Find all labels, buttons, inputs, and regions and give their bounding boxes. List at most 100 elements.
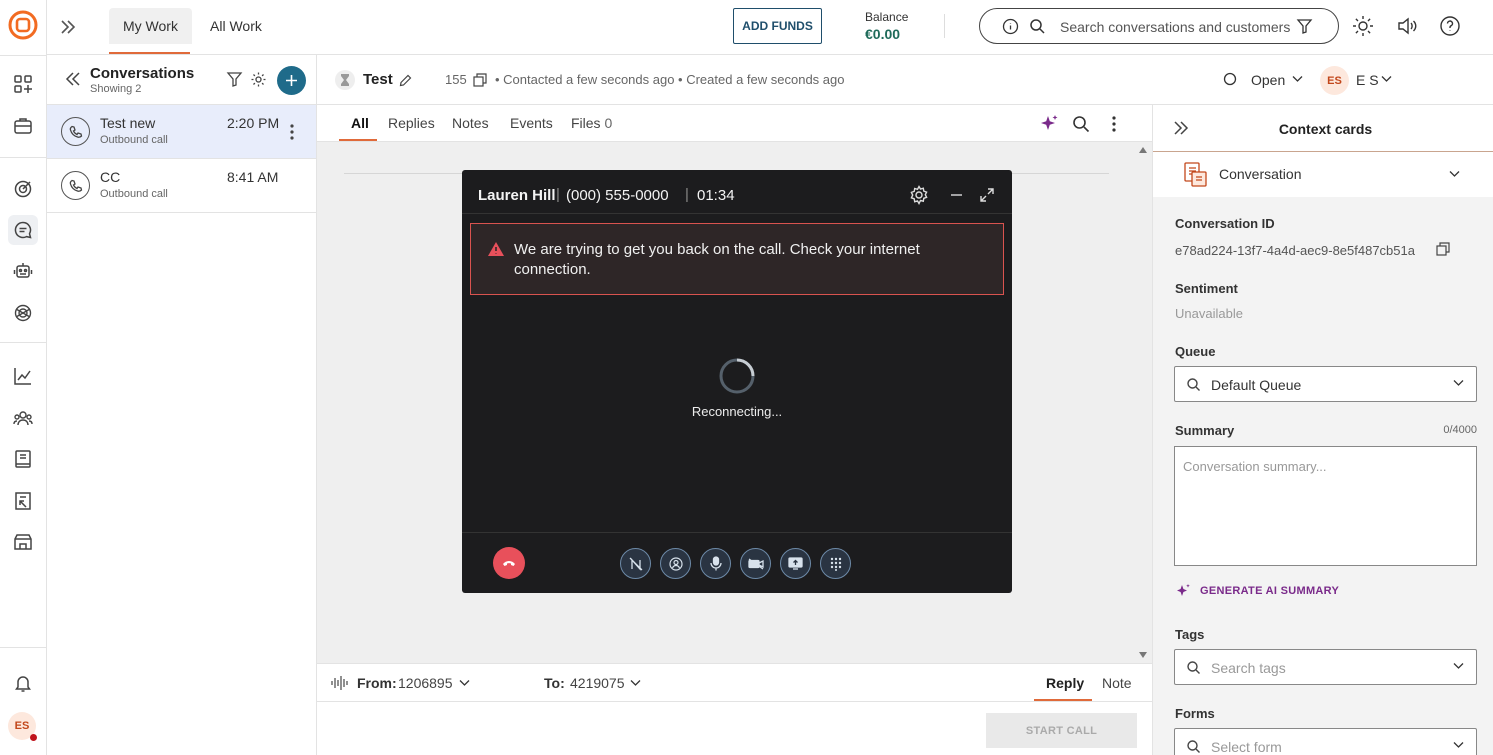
assignee-name[interactable]: E S — [1356, 72, 1379, 88]
contacts-icon[interactable] — [8, 403, 38, 433]
reconnecting-status: Reconnecting... — [691, 404, 783, 419]
briefcase-icon[interactable] — [8, 111, 38, 141]
search-icon — [1186, 739, 1201, 754]
copy-icon[interactable] — [1436, 242, 1450, 256]
screen-share-button[interactable] — [780, 548, 811, 579]
conversation-list-panel: Conversations Showing 2 Test new Outboun… — [47, 55, 317, 755]
chevron-down-icon[interactable] — [630, 679, 641, 687]
bell-icon[interactable] — [8, 668, 38, 698]
scroll-down-icon[interactable] — [1138, 651, 1148, 659]
forms-select[interactable]: Select form — [1174, 728, 1477, 755]
tab-indicator — [1034, 699, 1092, 701]
mute-button[interactable] — [700, 548, 731, 579]
conversation-id-label: Conversation ID — [1175, 216, 1275, 231]
separator: | — [556, 186, 560, 203]
chevron-down-icon[interactable] — [1449, 170, 1460, 178]
conversation-header: Test 155 • Contacted a few seconds ago •… — [317, 55, 1493, 105]
knowledge-icon[interactable] — [8, 444, 38, 474]
queue-select[interactable]: Default Queue — [1174, 366, 1477, 402]
speaker-icon[interactable] — [1396, 15, 1418, 37]
chevron-down-icon[interactable] — [459, 679, 470, 687]
minimize-icon[interactable] — [951, 194, 962, 196]
microphone-icon — [709, 556, 722, 571]
summary-textarea[interactable]: Conversation summary... — [1174, 446, 1477, 566]
filter-icon[interactable] — [1296, 18, 1313, 35]
tags-select[interactable]: Search tags — [1174, 649, 1477, 685]
hourglass-icon — [335, 70, 355, 90]
logo-icon[interactable] — [8, 10, 38, 40]
collapse-icon[interactable] — [63, 69, 83, 89]
reply-tab[interactable]: Reply — [1046, 675, 1084, 691]
summary-label: Summary — [1175, 423, 1235, 438]
from-dropdown[interactable]: 1206895 — [398, 675, 453, 691]
chevron-down-icon[interactable] — [1453, 662, 1464, 670]
info-icon[interactable] — [1002, 18, 1019, 35]
search-input[interactable]: Search conversations and customers — [1060, 19, 1290, 35]
start-call-button[interactable]: START CALL — [986, 713, 1137, 748]
chat-icon[interactable] — [8, 215, 38, 245]
chevron-down-icon[interactable] — [1292, 75, 1303, 83]
tags-placeholder: Search tags — [1211, 660, 1286, 676]
balance-value: €0.00 — [865, 26, 901, 42]
theme-icon[interactable] — [1352, 15, 1374, 37]
copy-icon[interactable] — [473, 73, 487, 87]
settings-icon[interactable] — [909, 185, 929, 205]
chevron-down-icon[interactable] — [1381, 75, 1392, 83]
conversation-card-header[interactable]: Conversation — [1153, 152, 1493, 197]
video-button[interactable] — [740, 548, 771, 579]
tab-all[interactable]: All — [351, 115, 369, 131]
bot-icon[interactable] — [8, 256, 38, 286]
ai-sparkle-icon — [1175, 583, 1191, 599]
search-icon[interactable] — [1072, 115, 1090, 133]
ai-icon[interactable] — [8, 298, 38, 328]
to-dropdown[interactable]: 4219075 — [570, 675, 625, 691]
reconnect-alert: We are trying to get you back on the cal… — [470, 223, 1004, 295]
apps-icon[interactable] — [8, 69, 38, 99]
scroll-up-icon[interactable] — [1138, 146, 1148, 154]
expand-icon[interactable] — [57, 16, 79, 38]
expand-icon[interactable] — [980, 188, 994, 202]
add-funds-button[interactable]: ADD FUNDS — [733, 8, 822, 44]
sentiment-value: Unavailable — [1175, 306, 1243, 321]
conversations-title: Conversations — [90, 65, 195, 82]
new-conversation-button[interactable] — [277, 66, 306, 95]
tab-notes[interactable]: Notes — [452, 115, 489, 131]
status-dropdown[interactable]: Open — [1251, 72, 1285, 88]
more-icon[interactable] — [1111, 115, 1117, 133]
tab-files[interactable]: Files 0 — [571, 115, 612, 131]
transfer-button[interactable] — [660, 548, 691, 579]
analytics-icon[interactable] — [8, 361, 38, 391]
help-icon[interactable] — [1439, 15, 1461, 37]
store-icon[interactable] — [8, 527, 38, 557]
dialpad-button[interactable] — [820, 548, 851, 579]
reports-icon[interactable] — [8, 486, 38, 516]
files-count: 0 — [604, 115, 613, 131]
assignee-avatar[interactable]: ES — [1320, 66, 1349, 95]
tab-replies[interactable]: Replies — [388, 115, 435, 131]
dialpad-icon — [830, 557, 841, 571]
tab-all-work[interactable]: All Work — [196, 8, 276, 44]
tab-my-work[interactable]: My Work — [109, 8, 192, 44]
presence-dot — [30, 734, 37, 741]
filter-icon[interactable] — [226, 71, 243, 88]
settings-icon[interactable] — [250, 71, 267, 88]
chevron-down-icon[interactable] — [1453, 379, 1464, 387]
ai-sparkle-icon[interactable] — [1039, 114, 1059, 134]
tab-events[interactable]: Events — [510, 115, 553, 131]
edit-icon[interactable] — [399, 74, 412, 87]
hangup-button[interactable] — [493, 547, 525, 579]
generate-ai-summary-button[interactable]: GENERATE AI SUMMARY — [1200, 585, 1339, 597]
chevron-down-icon[interactable] — [1453, 741, 1464, 749]
note-tab[interactable]: Note — [1102, 675, 1132, 691]
more-icon[interactable] — [289, 123, 295, 141]
phone-icon — [61, 117, 90, 146]
tab-all-work-label: All Work — [210, 18, 262, 34]
target-icon[interactable] — [8, 174, 38, 204]
conversation-list-header: Conversations Showing 2 — [47, 55, 316, 105]
noise-cancel-button[interactable] — [620, 548, 651, 579]
conversation-item[interactable]: Test new Outbound call 2:20 PM — [47, 105, 316, 159]
conversation-item[interactable]: CC Outbound call 8:41 AM — [47, 159, 316, 213]
conversations-count: Showing 2 — [90, 83, 142, 95]
search-bar[interactable]: Search conversations and customers — [979, 8, 1339, 44]
queue-value: Default Queue — [1211, 377, 1302, 393]
